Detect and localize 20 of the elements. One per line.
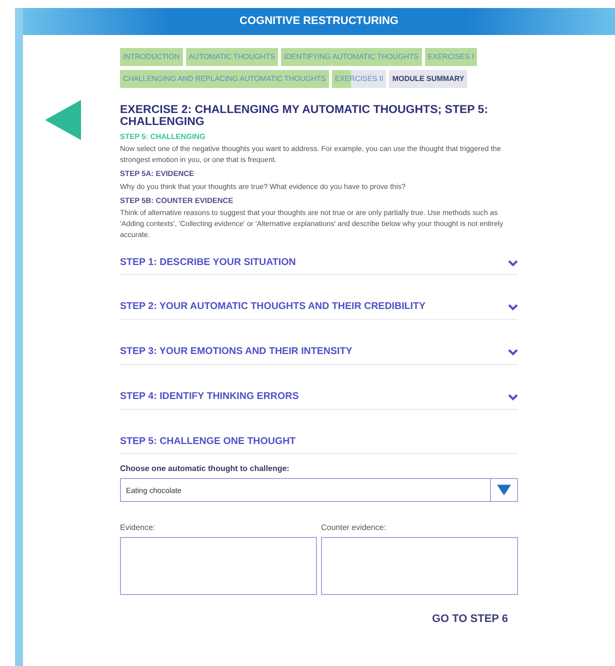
accordion-header[interactable]: STEP 5: CHALLENGE ONE THOUGHT xyxy=(120,434,518,454)
exercise-title: EXERCISE 2: CHALLENGING MY AUTOMATIC THOUGHTS; STEP 5: CHALLENGING xyxy=(120,104,490,128)
chevron-down-icon xyxy=(508,348,518,356)
dropdown-arrow-icon[interactable] xyxy=(497,484,511,496)
field-label: Evidence: xyxy=(120,522,156,534)
chevron-down-icon xyxy=(508,394,518,401)
next-step-button[interactable]: GO TO STEP 6 xyxy=(432,611,508,628)
evidence-field[interactable] xyxy=(120,537,317,596)
field-label: Choose one automatic thought to challenge: xyxy=(120,463,290,476)
dropdown-button[interactable] xyxy=(490,478,518,502)
accordion-header[interactable]: STEP 4: IDENTIFY THINKING ERRORS xyxy=(120,390,518,410)
counter-evidence-field[interactable] xyxy=(321,537,518,596)
accordion-header[interactable]: STEP 3: YOUR EMOTIONS AND THEIR INTENSITY xyxy=(120,345,518,365)
field-label: Counter evidence: xyxy=(321,522,387,534)
chevron-down-icon xyxy=(508,260,518,267)
accordion-header[interactable]: STEP 1: DESCRIBE YOUR SITUATION xyxy=(120,256,518,276)
back-arrow-icon[interactable] xyxy=(45,100,81,140)
accordion-header[interactable]: STEP 2: YOUR AUTOMATIC THOUGHTS AND THEIR CREDIBILITY xyxy=(120,300,518,320)
app-title: COGNITIVE RESTRUCTURING xyxy=(240,14,398,30)
chevron-down-icon xyxy=(508,304,518,312)
